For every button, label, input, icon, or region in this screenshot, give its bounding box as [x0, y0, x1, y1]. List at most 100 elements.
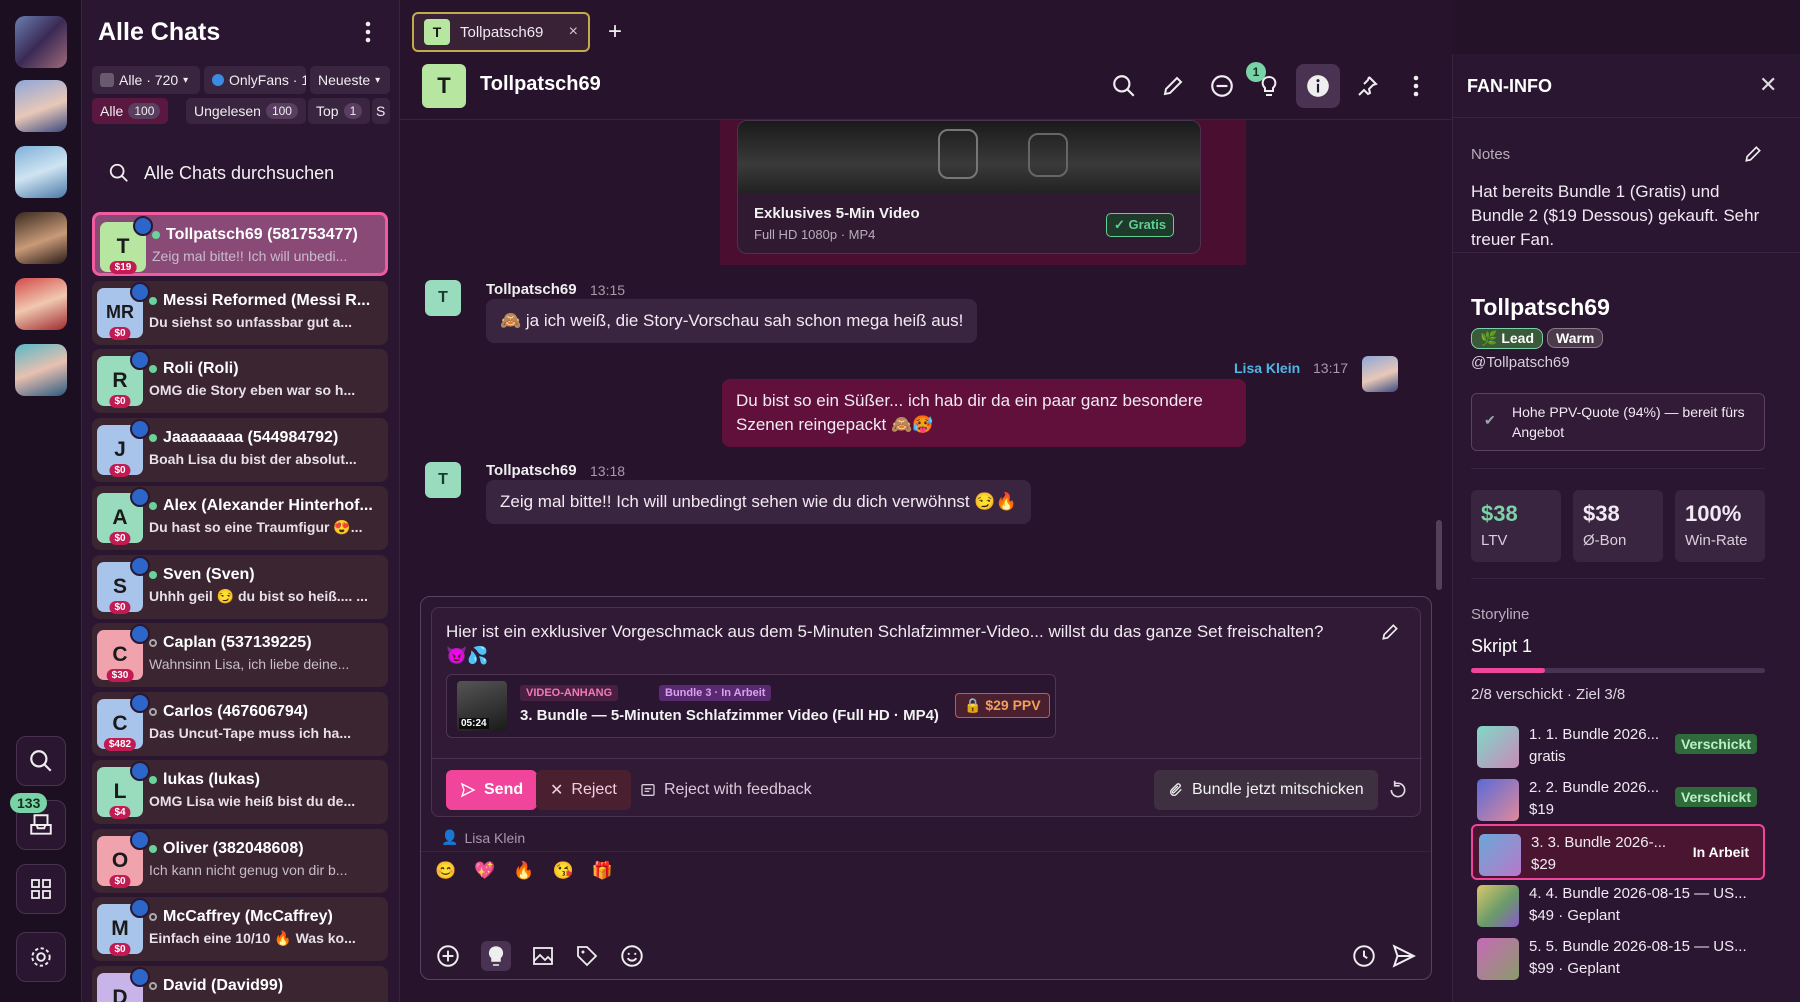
pencil-icon	[1745, 146, 1761, 162]
chevron-down-icon: ▾	[183, 74, 189, 86]
emoji-quick-button[interactable]: 🎁	[592, 861, 613, 881]
storyline-item[interactable]: 4. 4. Bundle 2026-08-15 — US... $49 · Ge…	[1471, 877, 1765, 933]
send-icon-button[interactable]	[1391, 943, 1417, 969]
edit-draft-button[interactable]	[1380, 622, 1400, 642]
chat-list-item[interactable]: C $30 Caplan (537139225) Wahnsinn Lisa, i…	[92, 623, 388, 687]
more-menu-button[interactable]	[1394, 64, 1438, 108]
account-avatar-all[interactable]	[15, 16, 67, 68]
chat-search[interactable]: Alle Chats durchsuchen	[98, 155, 388, 191]
media-card[interactable]: Exklusives 5-Min Video Full HD 1080p · M…	[737, 120, 1201, 254]
storyline-item[interactable]: 3. 3. Bundle 2026-... $29 In Arbeit	[1471, 824, 1765, 880]
chat-list-item[interactable]: MR $0 Messi Reformed (Messi R... Du siehs…	[92, 280, 388, 345]
edit-notes-button[interactable]	[1743, 144, 1763, 164]
storyline-item[interactable]: 2. 2. Bundle 2026... $19 Verschickt	[1471, 771, 1765, 827]
close-icon[interactable]: ×	[569, 23, 578, 41]
spend-badge: $19	[109, 261, 137, 274]
composer-toolbar	[435, 941, 645, 971]
bundle-title: 2. 2. Bundle 2026...	[1529, 779, 1660, 796]
account-avatar[interactable]	[15, 80, 67, 132]
header-avatar: T	[422, 64, 466, 108]
chat-list-item[interactable]: R $0 Roli (Roli) OMG die Story eben war s…	[92, 349, 388, 413]
close-icon[interactable]: ✕	[1759, 72, 1777, 98]
chat-list-item[interactable]: O $0 Oliver (382048608) Ich kann nicht ge…	[92, 828, 388, 893]
bundle-status-badge: Verschickt	[1674, 787, 1757, 807]
chat-list-item[interactable]: J $0 Jaaaaaaaa (544984792) Boah Lisa du b…	[92, 417, 388, 482]
emoji-quick-button[interactable]: 🔥	[513, 861, 534, 881]
emoji-button[interactable]	[619, 943, 645, 969]
chat-preview: Einfach eine 10/10 🔥 Was ko...	[149, 930, 356, 946]
search-button[interactable]	[1102, 64, 1146, 108]
onlyfans-icon	[130, 418, 150, 439]
stat-win-rate: 100% Win-Rate	[1675, 490, 1765, 562]
search-button[interactable]	[16, 736, 66, 786]
online-status-icon	[149, 365, 157, 373]
bundle-thumbnail	[1477, 885, 1519, 927]
emoji-quick-button[interactable]: 😘	[553, 861, 574, 881]
account-avatar[interactable]	[15, 212, 67, 264]
pin-button[interactable]	[1345, 64, 1389, 108]
chat-name: Roli (Roli)	[149, 360, 384, 378]
settings-button[interactable]	[16, 932, 66, 982]
info-button[interactable]	[1296, 64, 1340, 108]
account-avatar[interactable]	[15, 278, 67, 330]
sender-avatar: T	[425, 280, 461, 316]
onlyfans-icon	[130, 966, 150, 987]
apps-button[interactable]	[16, 864, 66, 914]
plus-icon: +	[608, 18, 623, 45]
send-icon	[460, 782, 476, 798]
scrollbar-thumb[interactable]	[1436, 520, 1442, 590]
chat-name: McCaffrey (McCaffrey)	[149, 908, 384, 926]
reject-button[interactable]: ✕ Reject	[536, 770, 631, 810]
header-title: Tollpatsch69	[480, 73, 601, 95]
bundle-attach-button[interactable]: Bundle jetzt mitschicken	[1154, 770, 1378, 810]
platform-filter[interactable]: OnlyFans · 10	[204, 66, 306, 94]
sender-avatar: T	[425, 462, 461, 498]
video-attachment[interactable]: 05:24 VIDEO-ANHANG Bundle 3 · In Arbeit …	[446, 674, 1056, 738]
chat-list-item[interactable]: S $0 Sven (Sven) Uhhh geil 😏 du bist so h…	[92, 554, 388, 619]
new-tab-button[interactable]: +	[608, 18, 622, 46]
search-icon	[30, 750, 52, 772]
segment-top[interactable]: Top 1	[308, 98, 371, 124]
tag-button[interactable]	[575, 944, 599, 968]
schedule-button[interactable]	[1351, 943, 1377, 969]
storyline-item[interactable]: 5. 5. Bundle 2026-08-15 — US... $99 · Ge…	[1471, 930, 1765, 986]
chat-list-item[interactable]: D David (David99)	[92, 965, 388, 1002]
segment-more[interactable]: S	[372, 98, 390, 124]
reject-feedback-button[interactable]: Reject with feedback	[626, 770, 826, 810]
attachment-type-tag: VIDEO-ANHANG	[520, 685, 619, 701]
more-vertical-icon	[365, 21, 371, 43]
storyline-item[interactable]: 1. 1. Bundle 2026... gratis Verschickt	[1471, 718, 1765, 774]
segment-unread[interactable]: Ungelesen 100	[186, 98, 306, 124]
send-button[interactable]: Send	[446, 770, 538, 810]
chat-avatar: S $0	[97, 555, 150, 614]
segment-all[interactable]: Alle 100	[92, 98, 169, 124]
spend-badge: $0	[109, 943, 131, 956]
block-button[interactable]	[1200, 64, 1244, 108]
chat-preview: Du siehst so unfassbar gut a...	[149, 313, 353, 330]
sort-filter[interactable]: Neueste ▾	[310, 66, 390, 94]
regenerate-button[interactable]	[1388, 780, 1408, 800]
chat-list-item[interactable]: L $4 lukas (lukas) OMG Lisa wie heiß bist…	[92, 760, 388, 824]
edit-button[interactable]	[1151, 64, 1195, 108]
thumbnail-shape	[1028, 133, 1068, 177]
chat-list-item[interactable]: A $0 Alex (Alexander Hinterhof... Du hast…	[92, 486, 388, 550]
chat-list-item[interactable]: T $19 Tollpatsch69 (581753477) Zeig mal b…	[92, 212, 388, 276]
chat-name: Carlos (467606794)	[149, 703, 384, 721]
account-avatar[interactable]	[15, 344, 67, 396]
ideas-button[interactable]: 1	[1246, 62, 1291, 108]
draft-text[interactable]: Hier ist ein exklusiver Vorgeschmack aus…	[446, 620, 1346, 668]
tab-conversation[interactable]: T Tollpatsch69 ×	[412, 12, 590, 52]
emoji-quick-button[interactable]: 😊	[435, 861, 456, 881]
add-button[interactable]	[435, 943, 461, 969]
chat-list-item[interactable]: M $0 McCaffrey (McCaffrey) Einfach eine 1…	[92, 897, 388, 961]
gear-icon	[31, 947, 51, 967]
account-avatar[interactable]	[15, 146, 67, 198]
ai-suggest-button[interactable]	[481, 941, 511, 971]
emoji-quick-button[interactable]: 💖	[474, 861, 495, 881]
account-filter[interactable]: Alle · 720 ▾	[92, 66, 200, 94]
more-menu-button[interactable]	[364, 20, 372, 44]
stat-average-order: $38 Ø-Bon	[1573, 490, 1663, 562]
paperclip-icon	[1170, 783, 1182, 796]
image-button[interactable]	[531, 944, 555, 968]
chat-list-item[interactable]: C $482 Carlos (467606794) Das Uncut-Tape …	[92, 691, 388, 756]
